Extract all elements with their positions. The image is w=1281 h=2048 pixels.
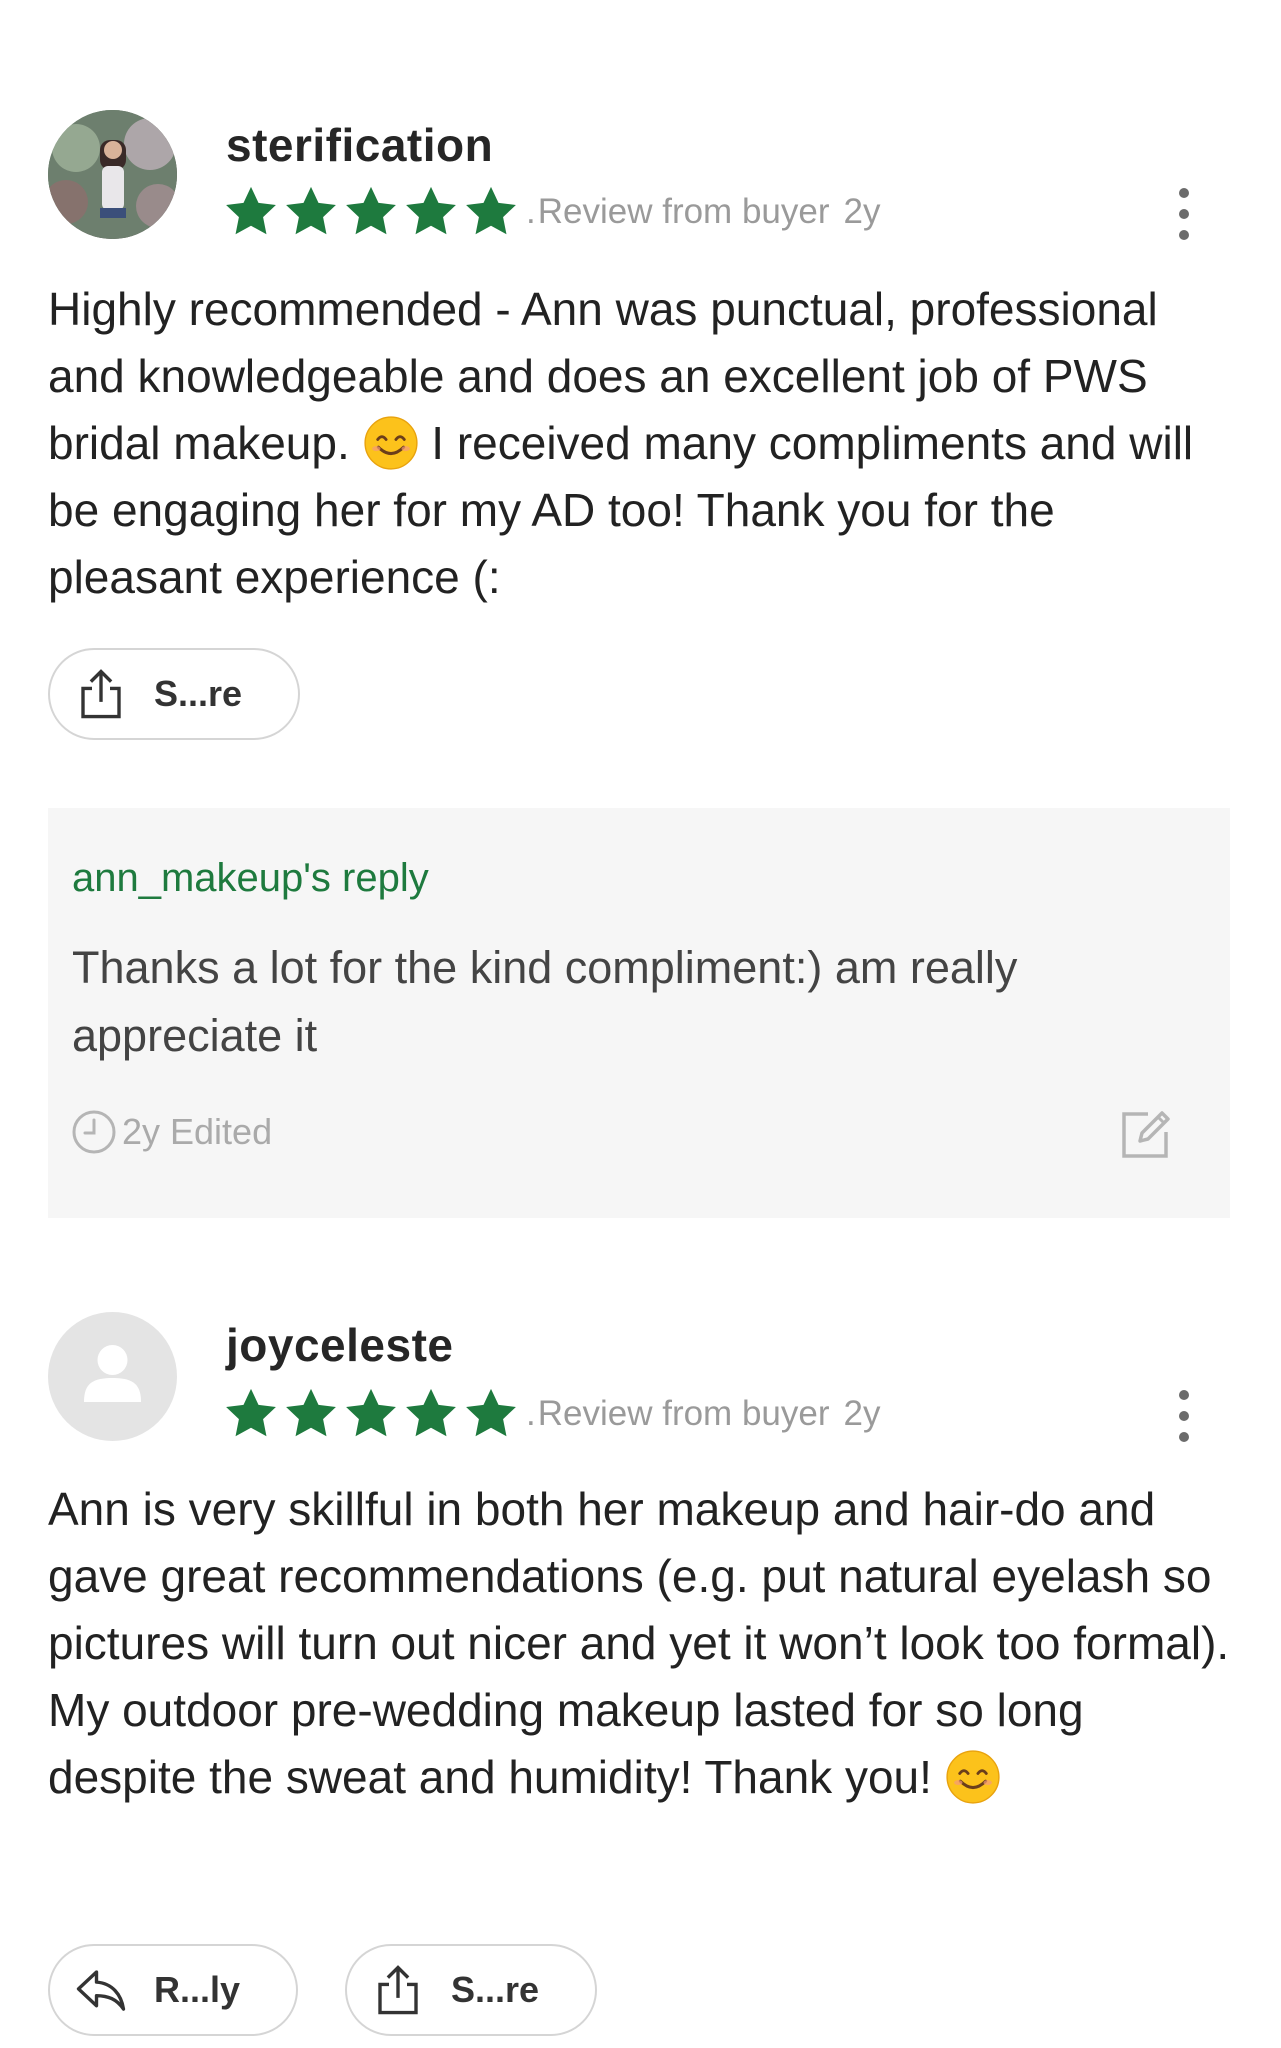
- star-icon: [402, 183, 460, 241]
- reply-arrow-icon: [74, 1963, 128, 2017]
- more-options-button[interactable]: [1160, 188, 1208, 240]
- more-options-button[interactable]: [1160, 1390, 1208, 1442]
- star-icon: [222, 183, 280, 241]
- review-age: 2y: [843, 1394, 881, 1433]
- seller-reply: ann_makeup's reply Thanks a lot for the …: [48, 808, 1230, 1218]
- rating-row: .Review from buyer 2y: [222, 1382, 880, 1446]
- share-button[interactable]: S...re: [345, 1944, 597, 2036]
- share-button[interactable]: S...re: [48, 648, 300, 740]
- default-user-icon: [84, 1345, 141, 1402]
- avatar[interactable]: [48, 1312, 177, 1441]
- star-icon: [222, 1385, 280, 1443]
- reply-text: Thanks a lot for the kind compliment:) a…: [72, 942, 1018, 1061]
- clock-icon: [72, 1110, 116, 1154]
- review-source: Review from buyer: [537, 192, 830, 231]
- star-icon: [462, 183, 520, 241]
- share-label: S...re: [451, 1969, 540, 2010]
- reply-button[interactable]: R...ly: [48, 1944, 298, 2036]
- review-age: 2y: [843, 192, 881, 231]
- smiling-face-emoji-icon: [945, 1749, 1001, 1805]
- star-icon: [342, 183, 400, 241]
- meta-separator: .: [526, 192, 536, 231]
- reply-label: R...ly: [154, 1969, 241, 2010]
- review-source: Review from buyer: [537, 1394, 830, 1433]
- review-text: Highly recommended - Ann was punctual, p…: [48, 276, 1233, 611]
- star-icon: [402, 1385, 460, 1443]
- star-icon: [342, 1385, 400, 1443]
- review-text: Ann is very skillful in both her makeup …: [48, 1476, 1233, 1811]
- edit-icon[interactable]: [1118, 1106, 1174, 1162]
- star-icon: [282, 183, 340, 241]
- reply-time: 2y Edited: [122, 1111, 273, 1152]
- avatar[interactable]: [48, 110, 177, 239]
- meta-separator: .: [526, 1394, 536, 1433]
- username[interactable]: sterification: [226, 118, 493, 172]
- rating-row: .Review from buyer 2y: [222, 180, 880, 244]
- review-meta: .Review from buyer 2y: [526, 1394, 880, 1434]
- share-icon: [371, 1963, 425, 2017]
- smiling-face-emoji-icon: [363, 415, 419, 471]
- review-text-part: Ann is very skillful in both her makeup …: [48, 1483, 1230, 1803]
- reply-meta: 2y Edited: [70, 1108, 272, 1156]
- review-meta: .Review from buyer 2y: [526, 192, 880, 232]
- reply-author: ann_makeup's reply: [72, 856, 429, 900]
- more-vertical-icon: [1179, 188, 1189, 198]
- share-icon: [74, 667, 128, 721]
- username[interactable]: joyceleste: [226, 1318, 453, 1372]
- star-icon: [282, 1385, 340, 1443]
- avatar-photo: [48, 110, 177, 239]
- more-vertical-icon: [1179, 1390, 1189, 1400]
- star-icon: [462, 1385, 520, 1443]
- share-label: S...re: [154, 673, 243, 714]
